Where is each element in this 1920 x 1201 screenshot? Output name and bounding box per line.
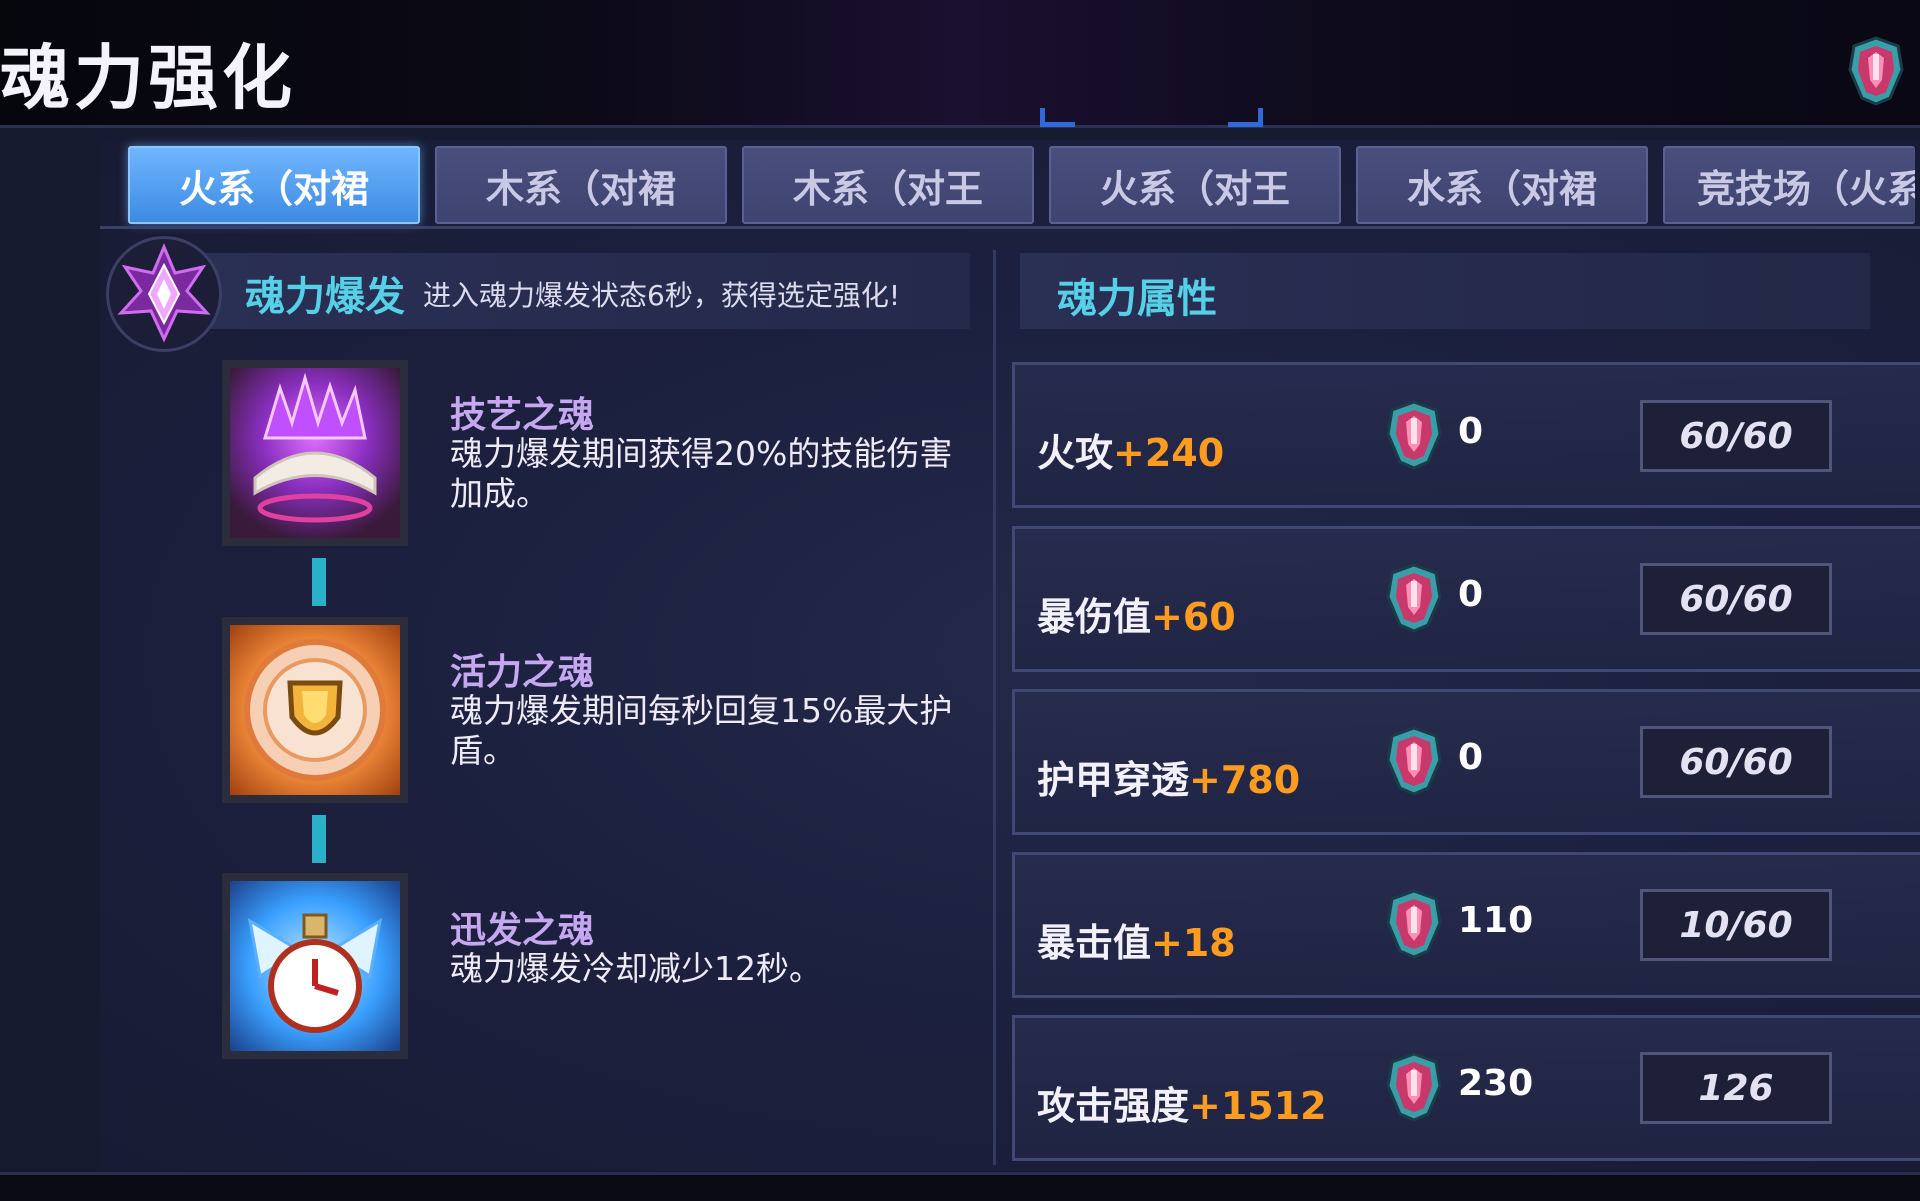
attribute-bonus: +1512 [1189,1084,1327,1128]
tab-arena-fire[interactable]: 竞技场（火系 [1663,146,1915,224]
tab-fire-vs-group[interactable]: 火系（对裙 [128,146,420,224]
tab-divider [100,226,1920,229]
attribute-level-box: 126 [1640,1052,1832,1124]
attribute-label: 护甲穿透+780 [1037,758,1301,802]
attribute-cost: 0 [1458,574,1484,615]
soul-gem-icon [1386,1052,1442,1122]
decoration-bracket [1040,108,1075,127]
skill-icon-vitality[interactable] [222,617,408,803]
purple-star-crystal-icon [117,243,211,343]
soul-gem-icon [1386,400,1442,470]
soul-gem-icon [1848,36,1904,106]
attribute-level-box: 10/60 [1640,889,1832,961]
skill-name: 技艺之魂 [450,395,595,436]
attribute-bonus: +18 [1151,921,1236,965]
attribute-label: 攻击强度+1512 [1037,1084,1327,1128]
burst-description: 进入魂力爆发状态6秒，获得选定强化! [423,279,901,312]
skill-icon-craft[interactable] [222,360,408,546]
page-title: 魂力强化 [0,37,296,119]
attribute-label: 火攻+240 [1037,431,1225,475]
skill-description: 魂力爆发期间每秒回复15%最大护盾。 [450,691,953,770]
burst-icon-frame [106,236,222,352]
attribute-bonus: +60 [1151,595,1236,639]
attribute-level-box: 60/60 [1640,563,1832,635]
panel-divider [993,250,996,1165]
attribute-label: 暴伤值+60 [1037,595,1236,639]
skill-description: 魂力爆发冷却减少12秒。 [450,949,822,988]
tab-wood-vs-boss[interactable]: 木系（对王 [742,146,1034,224]
attribute-label: 暴击值+18 [1037,921,1236,965]
bottom-strip [0,1172,1920,1201]
attribute-cost: 0 [1458,411,1484,452]
attribute-level-box: 60/60 [1640,400,1832,472]
attribute-bonus: +240 [1113,431,1225,475]
soul-gem-icon [1386,889,1442,959]
skill-icon-swift[interactable] [222,873,408,1059]
soul-gem-icon [1386,726,1442,796]
skill-description: 魂力爆发期间获得20%的技能伤害加成。 [450,434,953,513]
skill-connector [312,815,326,863]
tab-wood-vs-group[interactable]: 木系（对裙 [435,146,727,224]
burst-title: 魂力爆发 [245,274,405,320]
purple-flame-book-icon [253,372,377,523]
decoration-bracket [1228,108,1263,127]
skill-name: 活力之魂 [450,652,595,693]
skill-name: 迅发之魂 [450,910,595,951]
golden-shield-icon [244,639,386,781]
attribute-level-box: 60/60 [1640,726,1832,798]
winged-clock-icon [247,913,383,1033]
tab-water-vs-group[interactable]: 水系（对裙 [1356,146,1648,224]
skill-connector [312,558,326,606]
soul-gem-icon [1386,563,1442,633]
attribute-cost: 230 [1458,1063,1534,1104]
attribute-cost: 0 [1458,737,1484,778]
attribute-bonus: +780 [1189,758,1301,802]
attribute-cost: 110 [1458,900,1534,941]
tab-fire-vs-boss[interactable]: 火系（对王 [1049,146,1341,224]
attributes-title: 魂力属性 [1057,276,1217,322]
